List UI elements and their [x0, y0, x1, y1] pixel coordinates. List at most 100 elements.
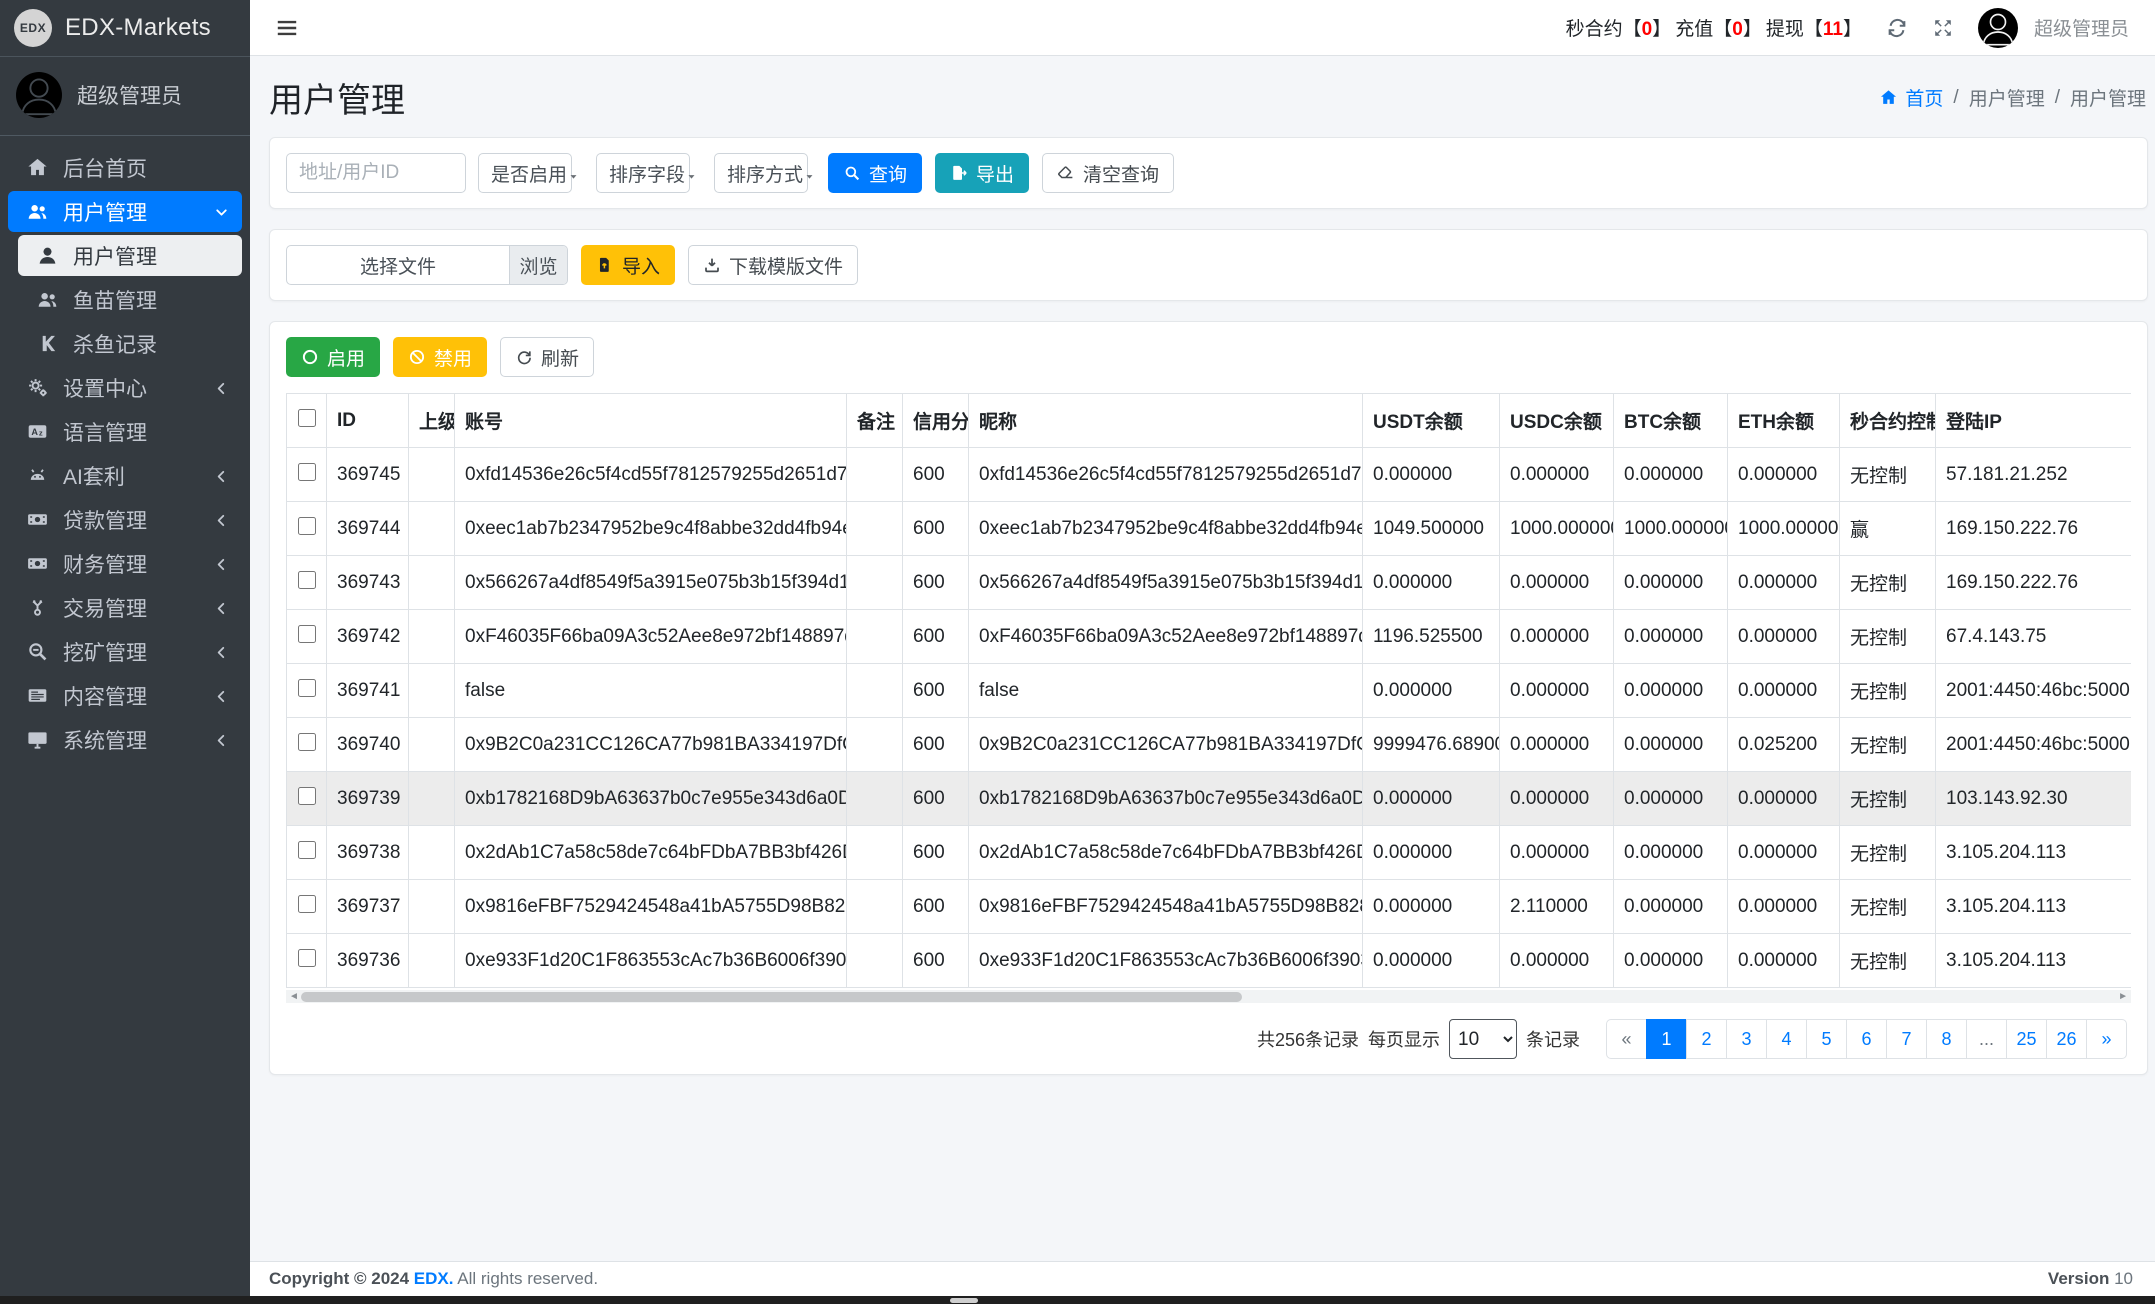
cell-usdt: 0.000000	[1363, 934, 1500, 988]
disable-button[interactable]: 禁用	[393, 337, 487, 377]
page-button-3[interactable]: 3	[1726, 1019, 1767, 1059]
table-row[interactable]: 3697420xF46035F66ba09A3c52Aee8e972bf1488…	[287, 610, 2132, 664]
table-row[interactable]: 3697450xfd14536e26c5f4cd55f7812579255d26…	[287, 448, 2132, 502]
sidebar-item-交易管理[interactable]: 交易管理	[8, 587, 242, 628]
horizontal-scrollbar[interactable]: ◄ ►	[286, 990, 2131, 1003]
select-all-checkbox[interactable]	[298, 409, 316, 427]
row-checkbox[interactable]	[298, 787, 316, 805]
brand-logo: EDX	[14, 9, 52, 47]
main-area: 秒合约【0】充值【0】提现【11】 超级管理员 用户管理 首页 /	[250, 0, 2155, 1304]
row-checkbox[interactable]	[298, 571, 316, 589]
brand[interactable]: EDX EDX-Markets	[0, 0, 250, 57]
refresh-button[interactable]: 刷新	[500, 337, 594, 377]
page-button-2[interactable]: 2	[1686, 1019, 1727, 1059]
query-button[interactable]: 查询	[828, 153, 922, 193]
table-row[interactable]: 3697430x566267a4df8549f5a3915e075b3b15f3…	[287, 556, 2132, 610]
row-checkbox[interactable]	[298, 949, 316, 967]
table-row[interactable]: 3697400x9B2C0a231CC126CA77b981BA334197Df…	[287, 718, 2132, 772]
page-button-25[interactable]: 25	[2006, 1019, 2047, 1059]
cell-usdc: 0.000000	[1500, 448, 1614, 502]
stat-count: 0	[1642, 19, 1653, 40]
row-checkbox[interactable]	[298, 841, 316, 859]
cell-note	[847, 718, 903, 772]
stat-label: 提现	[1766, 19, 1804, 40]
page-button-«[interactable]: «	[1606, 1019, 1647, 1059]
breadcrumb-item-current: 用户管理	[2070, 84, 2146, 111]
stat-秒合约[interactable]: 秒合约【0】	[1566, 14, 1672, 41]
page-button-4[interactable]: 4	[1766, 1019, 1807, 1059]
sidebar-item-语言管理[interactable]: Az语言管理	[8, 411, 242, 452]
sidebar-user-name[interactable]: 超级管理员	[77, 80, 182, 110]
page-button-6[interactable]: 6	[1846, 1019, 1887, 1059]
sidebar-item-杀鱼记录[interactable]: 杀鱼记录	[18, 323, 242, 364]
scroll-right-arrow[interactable]: ►	[2118, 992, 2128, 1002]
sidebar-item-用户管理[interactable]: 用户管理	[8, 191, 242, 232]
table-row[interactable]: 369741false600false0.0000000.0000000.000…	[287, 664, 2132, 718]
breadcrumb-separator: /	[2055, 87, 2060, 109]
sidebar-user-avatar[interactable]	[16, 72, 62, 118]
topbar: 秒合约【0】充值【0】提现【11】 超级管理员	[250, 0, 2155, 56]
cell-account: 0xe933F1d20C1F863553cAc7b36B6006f3903b35…	[455, 934, 847, 988]
sidebar-item-财务管理[interactable]: 财务管理	[8, 543, 242, 584]
footer-brand-link[interactable]: EDX.	[414, 1269, 454, 1288]
row-checkbox[interactable]	[298, 895, 316, 913]
sidebar-item-AI套利[interactable]: AI套利	[8, 455, 242, 496]
clear-query-button[interactable]: 清空查询	[1042, 153, 1174, 193]
enabled-filter-select[interactable]: 是否启用	[478, 153, 572, 193]
sidebar-item-内容管理[interactable]: 内容管理	[8, 675, 242, 716]
row-checkbox[interactable]	[298, 625, 316, 643]
breadcrumb-home-link[interactable]: 首页	[1879, 84, 1943, 111]
sidebar-item-label: 用户管理	[63, 197, 147, 227]
table-header-row: ID上级账号备注信用分昵称USDT余额USDC余额BTC余额ETH余额秒合约控制…	[287, 394, 2132, 448]
import-button[interactable]: 导入	[581, 245, 675, 285]
page-button-8[interactable]: 8	[1926, 1019, 1967, 1059]
table-row[interactable]: 3697390xb1782168D9bA63637b0c7e955e343d6a…	[287, 772, 2132, 826]
row-checkbox[interactable]	[298, 679, 316, 697]
sidebar-item-用户管理[interactable]: 用户管理	[18, 235, 242, 276]
chevron-left-icon	[213, 379, 230, 396]
page-button-»[interactable]: »	[2086, 1019, 2127, 1059]
stat-提现[interactable]: 提现【11】	[1766, 14, 1862, 41]
download-template-button[interactable]: 下载模版文件	[688, 245, 858, 285]
cell-credit: 600	[903, 556, 969, 610]
page-button-26[interactable]: 26	[2046, 1019, 2087, 1059]
fullscreen-icon[interactable]	[1932, 17, 1954, 39]
page-button-1[interactable]: 1	[1646, 1019, 1687, 1059]
sort-order-select[interactable]: 排序方式	[714, 153, 808, 193]
table-row[interactable]: 3697370x9816eFBF7529424548a41bA5755D98B8…	[287, 880, 2132, 934]
row-checkbox[interactable]	[298, 463, 316, 481]
topbar-user-name[interactable]: 超级管理员	[2034, 14, 2129, 41]
row-checkbox[interactable]	[298, 517, 316, 535]
bottom-taskbar-strip	[0, 1296, 2155, 1304]
menu-toggle-icon[interactable]	[274, 15, 300, 41]
cell-nick: 0x2dAb1C7a58c58de7c64bFDbA7BB3bf426D8682…	[969, 826, 1363, 880]
stat-充值[interactable]: 充值【0】	[1675, 14, 1762, 41]
refresh-icon[interactable]	[1886, 17, 1908, 39]
sort-field-select[interactable]: 排序字段	[596, 153, 690, 193]
scroll-left-arrow[interactable]: ◄	[289, 992, 299, 1002]
file-input-group[interactable]: 选择文件 浏览	[286, 245, 568, 285]
export-button[interactable]: 导出	[935, 153, 1029, 193]
page-button-5[interactable]: 5	[1806, 1019, 1847, 1059]
row-checkbox[interactable]	[298, 733, 316, 751]
sidebar-item-贷款管理[interactable]: 贷款管理	[8, 499, 242, 540]
users-icon	[34, 288, 61, 311]
page-button-7[interactable]: 7	[1886, 1019, 1927, 1059]
table-row[interactable]: 3697360xe933F1d20C1F863553cAc7b36B6006f3…	[287, 934, 2132, 988]
file-input-label[interactable]: 选择文件	[287, 246, 509, 284]
sidebar-item-系统管理[interactable]: 系统管理	[8, 719, 242, 760]
topbar-avatar[interactable]	[1978, 8, 2018, 48]
sidebar-item-鱼苗管理[interactable]: 鱼苗管理	[18, 279, 242, 320]
per-page-select[interactable]: 10	[1449, 1019, 1517, 1059]
table-row[interactable]: 3697440xeec1ab7b2347952be9c4f8abbe32dd4f…	[287, 502, 2132, 556]
enable-button[interactable]: 启用	[286, 337, 380, 377]
sidebar-item-后台首页[interactable]: 后台首页	[8, 147, 242, 188]
browse-button[interactable]: 浏览	[509, 246, 567, 284]
search-input[interactable]	[286, 153, 466, 193]
cell-credit: 600	[903, 718, 969, 772]
column-header: 秒合约控制	[1840, 394, 1936, 448]
scrollbar-thumb[interactable]	[301, 992, 1242, 1002]
table-row[interactable]: 3697380x2dAb1C7a58c58de7c64bFDbA7BB3bf42…	[287, 826, 2132, 880]
sidebar-item-挖矿管理[interactable]: 挖矿管理	[8, 631, 242, 672]
sidebar-item-设置中心[interactable]: 设置中心	[8, 367, 242, 408]
